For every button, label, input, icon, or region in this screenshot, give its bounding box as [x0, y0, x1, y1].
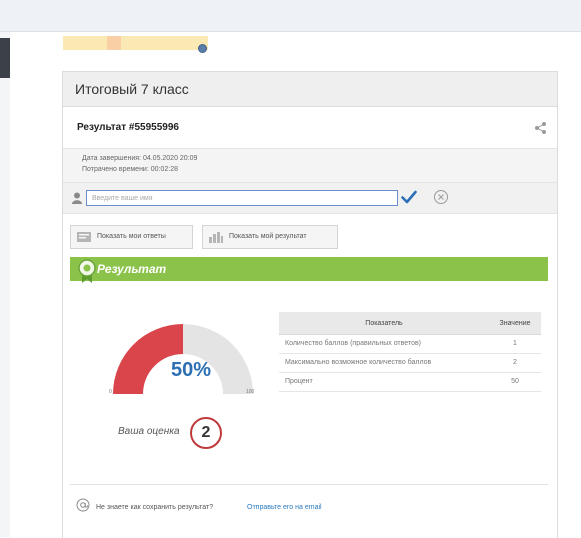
stats-header-indicator: Показатель — [279, 312, 489, 335]
answers-icon — [77, 232, 91, 242]
stats-row-value: 50 — [489, 372, 541, 392]
chart-icon — [209, 232, 223, 243]
grade-value: 2 — [190, 417, 222, 449]
send-email-link[interactable]: Отправьте его на email — [247, 504, 322, 511]
completion-date: Дата завершения: 04.05.2020 20:09 — [82, 155, 198, 162]
card-header: Итоговый 7 класс — [63, 72, 557, 107]
stats-row-label: Процент — [279, 372, 489, 392]
progress-strip-marker — [198, 44, 207, 53]
browser-top-bar — [0, 0, 581, 32]
user-icon — [72, 192, 82, 204]
score-gauge — [113, 324, 253, 394]
table-row: Максимально возможное количество баллов … — [279, 353, 541, 373]
award-icon — [78, 259, 96, 283]
test-title: Итоговый 7 класс — [75, 81, 189, 97]
show-result-button[interactable]: Показать мой результат — [202, 225, 338, 249]
help-bar: Не знаете как сохранить результат? Отпра… — [70, 484, 548, 530]
result-id: Результат #55955996 — [77, 122, 179, 133]
result-meta: Дата завершения: 04.05.2020 20:09 Потрач… — [63, 148, 557, 183]
gauge-max-label: 100 — [246, 389, 255, 395]
result-banner: Результат — [70, 257, 548, 281]
name-row — [63, 182, 557, 214]
left-frame — [0, 32, 10, 537]
show-answers-label: Показать мои ответы — [97, 233, 166, 240]
gauge-min-label: 0 — [109, 389, 112, 395]
cancel-icon[interactable] — [433, 189, 449, 205]
left-frame-dark-block — [0, 38, 10, 78]
stats-row-value: 1 — [489, 334, 541, 354]
score-percent: 50% — [171, 359, 212, 381]
show-answers-button[interactable]: Показать мои ответы — [70, 225, 193, 249]
checkmark-icon[interactable] — [401, 190, 417, 204]
stats-row-label: Количество баллов (правильных ответов) — [279, 334, 489, 354]
stats-row-value: 2 — [489, 353, 541, 373]
progress-strip — [63, 36, 208, 50]
show-result-label: Показать мой результат — [229, 233, 307, 240]
stats-row-label: Максимально возможное количество баллов — [279, 353, 489, 373]
grade-label: Ваша оценка — [118, 426, 180, 437]
stats-table: Показатель Значение Количество баллов (п… — [279, 312, 541, 392]
stats-header-value: Значение — [489, 312, 541, 335]
progress-strip-segment — [107, 36, 121, 50]
result-banner-label: Результат — [97, 262, 167, 276]
name-input[interactable] — [86, 190, 398, 206]
time-spent: Потрачено времени: 00:02:28 — [82, 166, 178, 173]
table-row: Процент 50 — [279, 372, 541, 392]
table-row: Количество баллов (правильных ответов) 1 — [279, 334, 541, 354]
result-card: Итоговый 7 класс Результат #55955996 Дат… — [62, 71, 558, 538]
email-icon — [76, 498, 90, 512]
share-icon[interactable] — [534, 121, 548, 135]
help-question: Не знаете как сохранить результат? — [96, 504, 214, 511]
stats-header-row: Показатель Значение — [279, 312, 541, 335]
